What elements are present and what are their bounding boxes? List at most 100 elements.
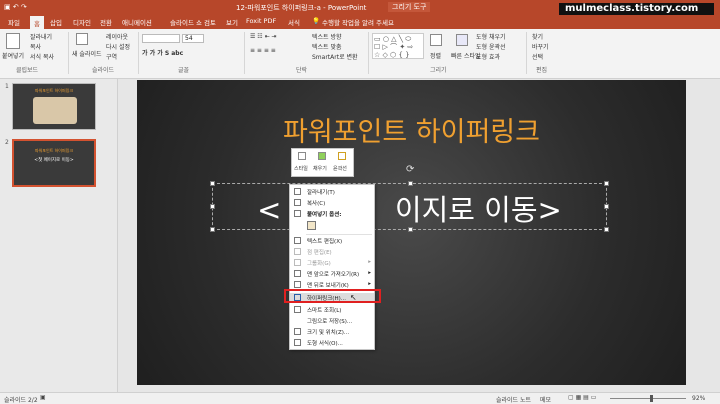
spellcheck-icon[interactable]: ▣ <box>40 394 46 401</box>
slide-thumbnails-pane: 1 파워포인트 하이퍼링크 2 파워포인트 하이퍼링크 <첫 페이지로 이동> <box>0 79 118 392</box>
text-direction-button[interactable]: 텍스트 방향 <box>312 32 342 41</box>
font-size-combo[interactable]: 54 <box>182 34 204 43</box>
paste-button[interactable]: 붙여넣기 <box>2 51 24 60</box>
resize-handle[interactable] <box>210 181 215 186</box>
fill-button[interactable]: 채우기 <box>313 165 327 172</box>
shape-outline-button[interactable]: 도형 윤곽선 <box>476 42 506 51</box>
ribbon: 붙여넣기 잘라내기 복사 서식 복사 클립보드 새 슬라이드 레이아웃 다시 설… <box>0 29 720 79</box>
resize-handle[interactable] <box>604 181 609 186</box>
separator <box>368 32 369 74</box>
scissors-icon <box>294 188 301 195</box>
select-button[interactable]: 선택 <box>532 52 543 61</box>
menu-item-edit-text[interactable]: 텍스트 편집(X) <box>290 236 374 246</box>
bring-front-icon <box>294 270 301 277</box>
resize-handle[interactable] <box>210 227 215 232</box>
shape-fill-button[interactable]: 도형 채우기 <box>476 32 506 41</box>
save-icon[interactable]: ▣ ↶ ↷ <box>4 3 27 11</box>
style-icon[interactable] <box>298 152 306 160</box>
tab-review[interactable]: 검토 <box>204 17 216 27</box>
zoom-level[interactable]: 92% <box>692 395 705 402</box>
tab-animations[interactable]: 애니메이션 <box>122 17 152 27</box>
edit-text-icon <box>294 237 301 244</box>
mini-toolbar: 스타일 채우기 윤곽선 <box>291 148 354 177</box>
group-label-slides: 슬라이드 <box>92 67 115 74</box>
thumbnail-text: <첫 페이지로 이동> <box>34 158 74 163</box>
fill-icon[interactable] <box>318 152 326 160</box>
find-button[interactable]: 찾기 <box>532 32 543 41</box>
copy-button[interactable]: 복사 <box>30 42 41 51</box>
search-icon <box>294 306 301 313</box>
separator <box>526 32 527 74</box>
menu-item-bring-front[interactable]: 맨 앞으로 가져오기(R) ▸ <box>290 269 374 279</box>
submenu-arrow-icon: ▸ <box>368 270 371 276</box>
zoom-slider-thumb[interactable] <box>650 395 653 402</box>
paste-icon[interactable] <box>307 221 316 230</box>
tab-design[interactable]: 디자인 <box>73 17 91 27</box>
menu-item-cut[interactable]: 잘라내기(T) <box>290 187 374 197</box>
slide-text-right: 이지로 이동> <box>394 193 562 227</box>
slide[interactable]: 파워포인트 하이퍼링크 < 이지로 이동> ⟳ <box>137 80 686 385</box>
tab-view[interactable]: 보기 <box>226 17 238 27</box>
selected-textbox[interactable]: < 이지로 이동> ⟳ <box>210 164 609 232</box>
shapes-gallery[interactable]: ▭ ○ △ ╲ ⬭ ☐ ▷ ⌒ ✦ ⇨ ☆ ◇ ⬡ { } <box>372 33 424 59</box>
outline-button[interactable]: 윤곽선 <box>333 165 347 172</box>
outline-icon[interactable] <box>338 152 346 160</box>
reset-button[interactable]: 다시 설정 <box>106 42 130 51</box>
menu-item-smart-lookup[interactable]: 스마트 조회(L) <box>290 305 374 315</box>
thumbnail-image <box>33 97 77 124</box>
shape-effects-button[interactable]: 도형 효과 <box>476 52 500 61</box>
tab-home[interactable]: 홈 <box>30 16 44 29</box>
window-title: 12-파워포인트 하이퍼링크-a - PowerPoint <box>236 4 367 12</box>
smartart-button[interactable]: SmartArt로 변환 <box>312 52 358 61</box>
replace-button[interactable]: 바꾸기 <box>532 42 549 51</box>
tab-slideshow[interactable]: 슬라이드 쇼 <box>170 17 202 27</box>
resize-handle[interactable] <box>408 227 413 232</box>
view-buttons-icon[interactable]: ▢ ▦ ▤ ▭ <box>568 394 596 401</box>
menu-item-copy[interactable]: 복사(C) <box>290 198 374 208</box>
cut-button[interactable]: 잘라내기 <box>30 32 52 41</box>
slide-text[interactable]: < 이지로 이동> <box>213 187 606 229</box>
group-icon <box>294 259 301 266</box>
menu-item-paste-icon[interactable] <box>290 220 374 232</box>
bullets-icon[interactable]: ☰ ☷ ⇤ ⇥ <box>250 33 277 40</box>
slide-title[interactable]: 파워포인트 하이퍼링크 <box>137 110 686 149</box>
menu-item-save-picture[interactable]: 그림으로 저장(S)... <box>290 316 374 326</box>
resize-handle[interactable] <box>604 227 609 232</box>
tab-foxit[interactable]: Foxit PDF <box>246 17 276 25</box>
tab-format[interactable]: 서식 <box>288 17 300 27</box>
paste-icon[interactable] <box>6 33 20 49</box>
resize-handle[interactable] <box>604 204 609 209</box>
size-icon <box>294 328 301 335</box>
align-icon[interactable]: ≡ ≡ ≡ ≡ <box>250 47 276 54</box>
align-text-button[interactable]: 텍스트 맞춤 <box>312 42 342 51</box>
section-button[interactable]: 구역 <box>106 52 117 61</box>
new-slide-button[interactable]: 새 슬라이드 <box>72 49 102 58</box>
tab-transitions[interactable]: 전환 <box>100 17 112 27</box>
slide-text-left: < <box>257 193 282 227</box>
thumbnail-slide-1[interactable]: 파워포인트 하이퍼링크 <box>12 83 96 130</box>
thumbnail-title: 파워포인트 하이퍼링크 <box>34 148 74 153</box>
tab-file[interactable]: 파일 <box>8 17 20 27</box>
font-name-combo[interactable] <box>142 34 180 43</box>
format-painter-button[interactable]: 서식 복사 <box>30 52 54 61</box>
notes-button[interactable]: 슬라이드 노트 <box>496 395 531 404</box>
arrange-button[interactable]: 정렬 <box>430 51 441 60</box>
menu-item-format-shape[interactable]: 도형 서식(O)... <box>290 338 374 348</box>
send-back-icon <box>294 281 301 288</box>
style-button[interactable]: 스타일 <box>294 165 308 172</box>
comments-button[interactable]: 메모 <box>540 395 551 404</box>
resize-handle[interactable] <box>210 204 215 209</box>
zoom-slider[interactable] <box>610 398 686 399</box>
tell-me-input[interactable]: 수행할 작업을 알려 주세요 <box>322 17 394 27</box>
tab-insert[interactable]: 삽입 <box>50 17 62 27</box>
menu-item-size-position[interactable]: 크기 및 위치(Z)... <box>290 327 374 337</box>
layout-button[interactable]: 레이아웃 <box>106 32 128 41</box>
new-slide-icon[interactable] <box>76 33 88 45</box>
rotate-handle-icon[interactable]: ⟳ <box>406 164 414 175</box>
thumbnail-slide-2[interactable]: 파워포인트 하이퍼링크 <첫 페이지로 이동> <box>12 139 96 187</box>
slide-counter: 슬라이드 2/2 <box>4 397 38 404</box>
quick-styles-icon[interactable] <box>456 34 468 46</box>
arrange-icon[interactable] <box>430 34 442 46</box>
resize-handle[interactable] <box>408 181 413 186</box>
bold-button[interactable]: 가 가 가 S abc <box>142 48 183 57</box>
